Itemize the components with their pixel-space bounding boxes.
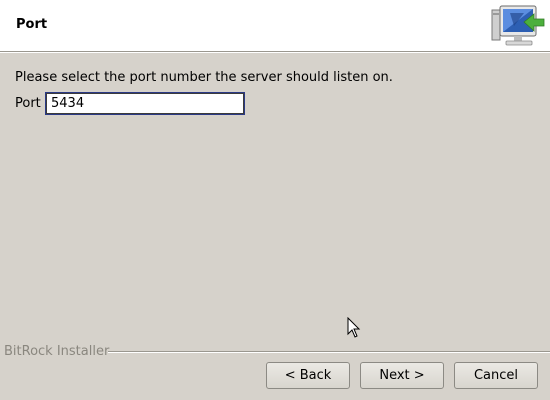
- port-label: Port: [15, 96, 41, 111]
- instruction-text: Please select the port number the server…: [15, 70, 393, 85]
- header-panel: Port: [0, 0, 550, 52]
- installer-brand-label: BitRock Installer: [4, 344, 110, 359]
- mouse-cursor-icon: [347, 317, 361, 338]
- next-button[interactable]: Next >: [360, 362, 444, 389]
- installer-computer-icon: [491, 5, 545, 46]
- page-title: Port: [16, 17, 48, 32]
- back-button[interactable]: < Back: [266, 362, 350, 389]
- cancel-button[interactable]: Cancel: [454, 362, 538, 389]
- footer-divider: [108, 351, 550, 353]
- header-separator: [0, 52, 550, 53]
- port-input[interactable]: [45, 92, 245, 115]
